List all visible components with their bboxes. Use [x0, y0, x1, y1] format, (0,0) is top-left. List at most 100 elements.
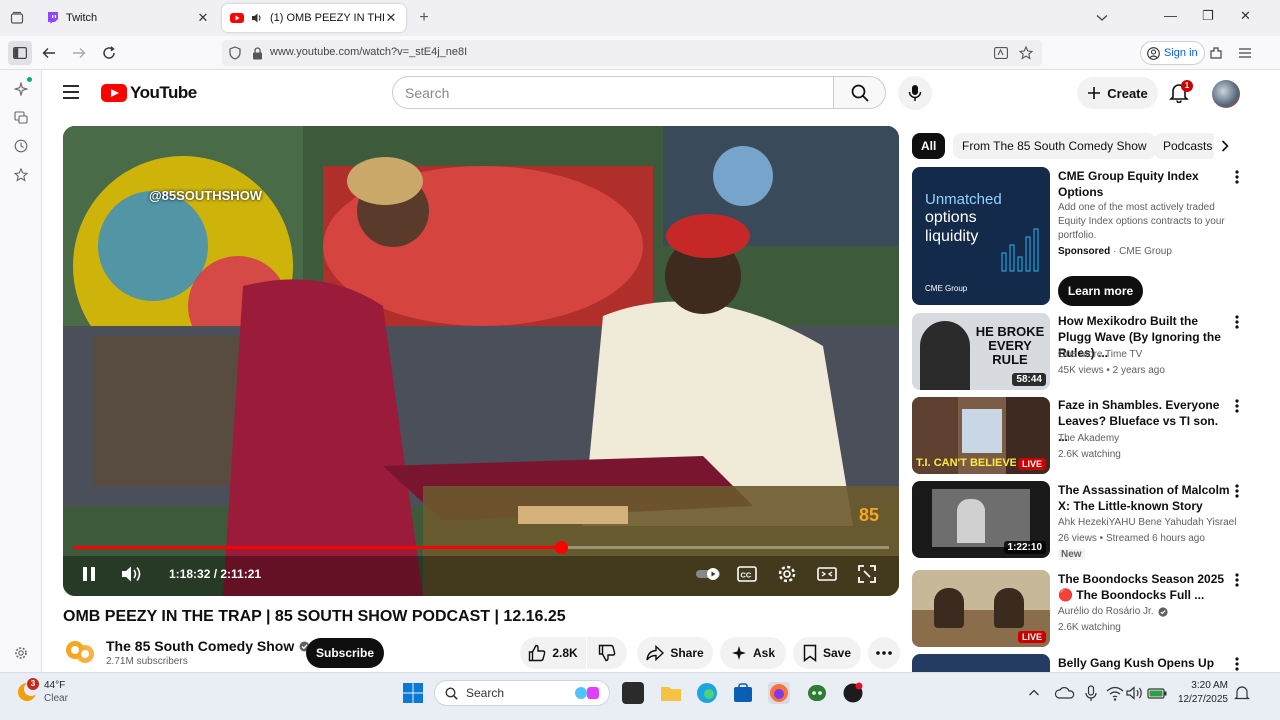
recommendation-title[interactable]: The Boondocks Season 2025 🔴 The Boondock… — [1058, 571, 1230, 603]
ai-sparkle-icon[interactable] — [12, 80, 30, 98]
gaming-app-icon[interactable] — [842, 682, 864, 704]
tab-overview-icon[interactable] — [8, 9, 26, 27]
close-tab-icon[interactable]: ✕ — [196, 10, 210, 26]
save-button[interactable]: Save — [793, 637, 861, 669]
notification-center-icon[interactable] — [1234, 682, 1250, 704]
recommendation-menu-icon[interactable] — [1230, 572, 1244, 588]
search-input[interactable]: Search — [392, 76, 834, 109]
history-icon[interactable] — [12, 137, 30, 155]
settings-button[interactable] — [775, 562, 799, 586]
live-badge: LIVE — [1017, 458, 1046, 470]
window-close-icon[interactable]: ✕ — [1240, 8, 1251, 24]
onedrive-icon[interactable] — [1054, 682, 1076, 704]
recommendation-channel[interactable]: One More Time TV — [1058, 349, 1142, 360]
guide-menu-icon[interactable] — [62, 84, 82, 102]
fullscreen-button[interactable] — [855, 562, 879, 586]
channel-avatar[interactable] — [63, 636, 97, 670]
recommendation-menu-icon[interactable] — [1230, 656, 1244, 672]
show-hidden-icons-chevron-icon[interactable] — [1028, 682, 1042, 704]
windows-start-icon[interactable] — [402, 682, 424, 704]
dislike-button[interactable] — [587, 637, 627, 669]
volume-button[interactable] — [120, 562, 144, 586]
channel-name[interactable]: The 85 South Comedy Show — [106, 638, 310, 654]
chip-from-channel[interactable]: From The 85 South Comedy Show — [953, 133, 1156, 159]
recommendation-channel-row[interactable]: Aurélio do Rosário Jr. — [1058, 606, 1168, 617]
taskbar-search[interactable]: Search — [434, 680, 610, 706]
pause-button[interactable] — [77, 562, 101, 586]
battery-icon[interactable] — [1146, 682, 1168, 704]
scrubber-handle[interactable] — [554, 541, 568, 554]
wifi-icon[interactable] — [1104, 682, 1126, 704]
audio-playing-icon[interactable] — [250, 11, 264, 25]
edge-browser-icon[interactable] — [696, 682, 718, 704]
search-button[interactable] — [834, 76, 886, 109]
captions-button[interactable]: CC — [735, 562, 759, 586]
bookmarks-star-icon[interactable] — [12, 166, 30, 184]
file-explorer-icon[interactable] — [660, 682, 682, 704]
bookmark-star-icon[interactable] — [1017, 44, 1035, 62]
recommendation-menu-icon[interactable] — [1230, 398, 1244, 414]
recommendation-menu-icon[interactable] — [1230, 314, 1244, 330]
ad-title[interactable]: CME Group Equity Index Options — [1058, 168, 1230, 200]
recommendation-channel[interactable]: The Akademy — [1058, 433, 1119, 444]
account-avatar[interactable] — [1212, 80, 1240, 108]
mic-tray-icon[interactable] — [1080, 682, 1102, 704]
close-tab-icon[interactable]: ✕ — [384, 10, 398, 26]
recommendation-thumbnail[interactable] — [912, 654, 1050, 672]
tracking-shield-icon[interactable] — [226, 44, 244, 62]
more-actions-button[interactable] — [868, 637, 900, 669]
task-view-icon[interactable] — [622, 682, 644, 704]
video-player[interactable]: 85 @85SOUTHSHOW 1:18:32 / 2:11:21 CC — [63, 126, 899, 596]
store-icon[interactable] — [732, 682, 754, 704]
tab-youtube-active[interactable]: (1) OMB PEEZY IN THE TRAP ✕ — [222, 4, 406, 32]
weather-widget[interactable]: 44°F Clear — [16, 679, 68, 705]
reload-icon[interactable] — [100, 44, 118, 62]
speaker-icon[interactable] — [1124, 682, 1146, 704]
address-bar[interactable]: www.youtube.com/watch?v=_stE4j_ne8I — [222, 40, 1042, 66]
chat-app-icon[interactable] — [806, 682, 828, 704]
sign-in-button[interactable]: Sign in — [1140, 41, 1205, 65]
ad-thumbnail[interactable]: Unmatched options liquidity CME Group — [912, 167, 1050, 305]
clock[interactable]: 3:20 AM 12/27/2025 — [1176, 679, 1228, 707]
voice-search-button[interactable] — [898, 76, 932, 110]
chip-all[interactable]: All — [912, 133, 946, 159]
back-icon[interactable] — [40, 44, 58, 62]
tab-twitch[interactable]: Twitch ✕ — [38, 4, 218, 32]
share-button[interactable]: Share — [637, 637, 713, 669]
new-tab-icon[interactable]: + — [415, 9, 433, 27]
restore-icon[interactable]: ❐ — [1202, 8, 1214, 24]
chip-podcasts[interactable]: Podcasts — [1154, 133, 1218, 159]
ad-menu-icon[interactable] — [1230, 169, 1244, 185]
sidebar-toggle-icon[interactable] — [8, 41, 32, 65]
recommendation-thumbnail[interactable]: HE BROKE EVERY RULE 58:44 — [912, 313, 1050, 390]
autoplay-toggle[interactable] — [695, 562, 723, 586]
sidebar-settings-gear-icon[interactable] — [12, 644, 30, 662]
translate-page-icon[interactable] — [992, 44, 1010, 62]
firefox-icon[interactable] — [768, 682, 790, 704]
recommendation-thumbnail[interactable]: LIVE — [912, 570, 1050, 647]
youtube-logo[interactable]: YouTube — [101, 83, 197, 103]
progress-bar[interactable] — [73, 541, 889, 554]
lock-icon[interactable] — [248, 44, 266, 62]
forward-icon[interactable] — [70, 44, 88, 62]
minimize-icon[interactable]: — — [1164, 8, 1177, 23]
recommendation-title[interactable]: Belly Gang Kush Opens Up — [1058, 655, 1230, 671]
recommendation-channel[interactable]: Ahk HezekiYAHU Bene Yahudah Yisrael — [1058, 517, 1236, 528]
subscribe-button[interactable]: Subscribe — [306, 638, 384, 668]
create-button[interactable]: Create — [1077, 77, 1158, 109]
like-button[interactable]: 2.8K — [520, 637, 586, 669]
recommendation-thumbnail[interactable]: T.I. CAN'T BELIEVE LIVE — [912, 397, 1050, 474]
app-menu-icon[interactable] — [1236, 44, 1254, 62]
list-tabs-chevron-icon[interactable] — [1093, 9, 1111, 27]
chips-next-button[interactable] — [1214, 135, 1236, 157]
extensions-icon[interactable] — [1207, 44, 1225, 62]
recommendation-meta: 45K views • 2 years ago — [1058, 365, 1165, 376]
recommendation-thumbnail[interactable]: 1:22:10 — [912, 481, 1050, 558]
recommendation-title[interactable]: The Assassination of Malcolm X: The Litt… — [1058, 482, 1230, 514]
synced-tabs-icon[interactable] — [12, 108, 30, 126]
learn-more-button[interactable]: Learn more — [1058, 276, 1143, 306]
ask-button[interactable]: Ask — [720, 637, 786, 669]
recommendation-menu-icon[interactable] — [1230, 483, 1244, 499]
theater-mode-button[interactable] — [815, 562, 839, 586]
bookmark-icon — [803, 644, 817, 662]
